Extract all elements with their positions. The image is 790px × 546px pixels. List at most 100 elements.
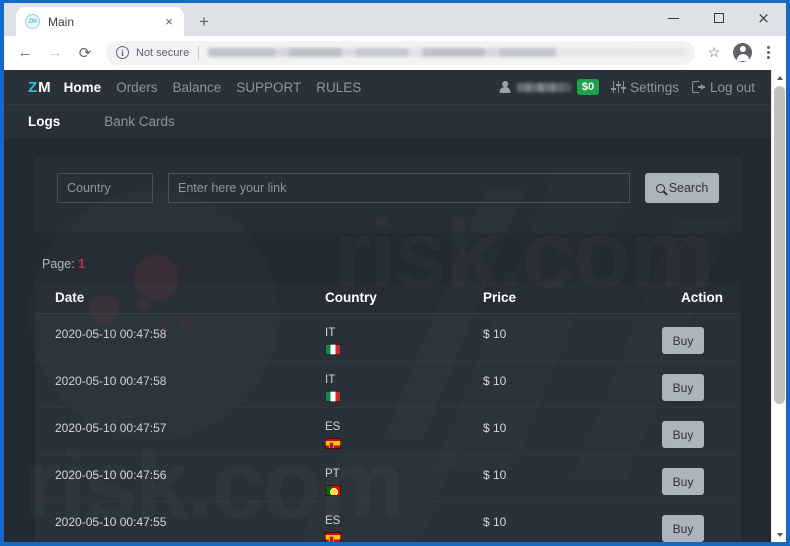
cell-country: ES xyxy=(325,515,483,542)
cell-date: 2020-05-10 00:47:57 xyxy=(55,421,167,435)
minimize-icon xyxy=(668,17,679,19)
cell-date: 2020-05-10 00:47:56 xyxy=(55,468,167,482)
account-chip[interactable]: $0 xyxy=(500,79,600,95)
maximize-button[interactable] xyxy=(696,3,741,33)
close-tab-icon[interactable]: × xyxy=(161,14,177,30)
cell-date: 2020-05-10 00:47:58 xyxy=(55,374,167,388)
logo-letter-z: Z xyxy=(28,78,39,96)
table-header-row: Date Country Price Action xyxy=(35,282,741,314)
cell-action: Buy xyxy=(635,515,741,542)
cell-date: 2020-05-10 00:47:55 xyxy=(55,515,167,529)
cell-date: 2020-05-10 00:47:58 xyxy=(55,327,167,341)
flag-icon-es xyxy=(325,438,341,449)
table-body: 2020-05-10 00:47:58 IT $ 10 Buy 2020-05-10 0… xyxy=(35,314,741,542)
settings-label: Settings xyxy=(630,79,679,95)
buy-button[interactable]: Buy xyxy=(662,327,704,354)
browser-tab[interactable]: ZM Main × xyxy=(16,7,184,36)
nav-item-home[interactable]: Home xyxy=(64,80,102,95)
cell-price: $ 10 xyxy=(483,515,507,529)
navbar-right-group: $0 Settings Log out xyxy=(500,79,755,95)
close-window-button[interactable]: × xyxy=(741,3,786,33)
cell-price: $ 10 xyxy=(483,327,507,341)
search-button-label: Search xyxy=(668,181,709,195)
kebab-menu-icon[interactable] xyxy=(758,40,778,66)
forward-icon[interactable]: → xyxy=(42,40,68,66)
pagination-label: Page: xyxy=(42,257,75,271)
window-controls: × xyxy=(651,3,786,33)
balance-badge: $0 xyxy=(576,79,600,95)
pagination-current[interactable]: 1 xyxy=(78,257,85,271)
country-code: ES xyxy=(325,515,341,527)
pagination-info: Page: 1 xyxy=(42,257,771,271)
favicon-icon: ZM xyxy=(25,14,40,29)
table-row: 2020-05-10 00:47:57 ES $ 10 Buy xyxy=(35,408,741,455)
cell-action: Buy xyxy=(635,421,741,448)
cell-country: IT xyxy=(325,327,483,355)
cell-country: IT xyxy=(325,374,483,402)
logout-label: Log out xyxy=(709,79,755,95)
nav-item-orders[interactable]: Orders xyxy=(116,80,157,95)
subtab-bank-cards[interactable]: Bank Cards xyxy=(104,114,175,129)
settings-link[interactable]: Settings xyxy=(611,79,679,95)
country-input[interactable] xyxy=(57,173,153,203)
cell-price: $ 10 xyxy=(483,421,507,435)
buy-button[interactable]: Buy xyxy=(662,515,704,542)
back-icon[interactable]: ← xyxy=(12,40,38,66)
country-code: PT xyxy=(325,468,340,480)
address-bar[interactable]: i Not secure xyxy=(106,40,695,65)
close-icon: × xyxy=(757,8,770,27)
reload-icon[interactable]: ⟳ xyxy=(72,40,98,66)
minimize-button[interactable] xyxy=(651,3,696,33)
web-page: risk.com risk.com ZM Home Orders Balance… xyxy=(4,70,771,542)
logout-link[interactable]: Log out xyxy=(691,79,755,95)
table-row: 2020-05-10 00:47:56 PT $ 10 Buy xyxy=(35,455,741,502)
new-tab-button[interactable]: + xyxy=(190,7,218,35)
cell-country: PT xyxy=(325,468,483,496)
security-status-label: Not secure xyxy=(136,46,190,59)
country-code: IT xyxy=(325,327,336,339)
cell-action: Buy xyxy=(635,327,741,354)
search-icon xyxy=(655,183,665,193)
buy-button[interactable]: Buy xyxy=(662,421,704,448)
cell-country: ES xyxy=(325,421,483,449)
flag-icon-es xyxy=(325,532,341,542)
nav-item-balance[interactable]: Balance xyxy=(172,80,221,95)
column-header-price: Price xyxy=(483,290,517,305)
info-circle-icon: i xyxy=(116,46,129,59)
bookmark-star-icon[interactable]: ☆ xyxy=(701,40,727,66)
buy-button[interactable]: Buy xyxy=(662,468,704,495)
scrollbar-thumb[interactable] xyxy=(774,86,785,404)
site-logo[interactable]: ZM xyxy=(28,79,52,96)
url-text-blurred xyxy=(208,48,685,57)
user-avatar-icon xyxy=(500,81,511,93)
cell-action: Buy xyxy=(635,468,741,495)
omnibox-divider xyxy=(198,45,200,60)
vertical-scrollbar[interactable] xyxy=(771,70,786,542)
link-input[interactable] xyxy=(168,173,630,203)
browser-toolbar: ← → ⟳ i Not secure ☆ xyxy=(4,36,786,70)
cell-price: $ 10 xyxy=(483,468,507,482)
nav-item-support[interactable]: SUPPORT xyxy=(236,80,301,95)
flag-icon-it xyxy=(325,391,341,402)
table-row: 2020-05-10 00:47:58 IT $ 10 Buy xyxy=(35,314,741,361)
profile-avatar-icon[interactable] xyxy=(733,43,752,62)
tab-strip: ZM Main × + × xyxy=(4,3,786,36)
country-code: ES xyxy=(325,421,341,433)
scroll-up-icon[interactable] xyxy=(772,70,786,85)
search-panel: Search xyxy=(35,157,741,233)
sliders-icon xyxy=(611,81,626,93)
buy-button[interactable]: Buy xyxy=(662,374,704,401)
subtab-logs[interactable]: Logs xyxy=(28,114,60,129)
search-button[interactable]: Search xyxy=(645,173,719,203)
browser-window: ZM Main × + × ← → ⟳ i Not secure ☆ ZM Ho… xyxy=(0,0,790,546)
logout-icon xyxy=(691,81,705,93)
table-row: 2020-05-10 00:47:58 IT $ 10 Buy xyxy=(35,361,741,408)
flag-icon-pt xyxy=(325,485,341,496)
scroll-down-icon[interactable] xyxy=(772,527,786,542)
tab-title: Main xyxy=(48,14,75,29)
column-header-country: Country xyxy=(325,290,377,305)
nav-item-rules[interactable]: RULES xyxy=(316,80,361,95)
site-navbar: ZM Home Orders Balance SUPPORT RULES $0 … xyxy=(4,70,771,104)
country-code: IT xyxy=(325,374,336,386)
logs-table: Date Country Price Action 2020-05-10 00:… xyxy=(35,282,741,542)
